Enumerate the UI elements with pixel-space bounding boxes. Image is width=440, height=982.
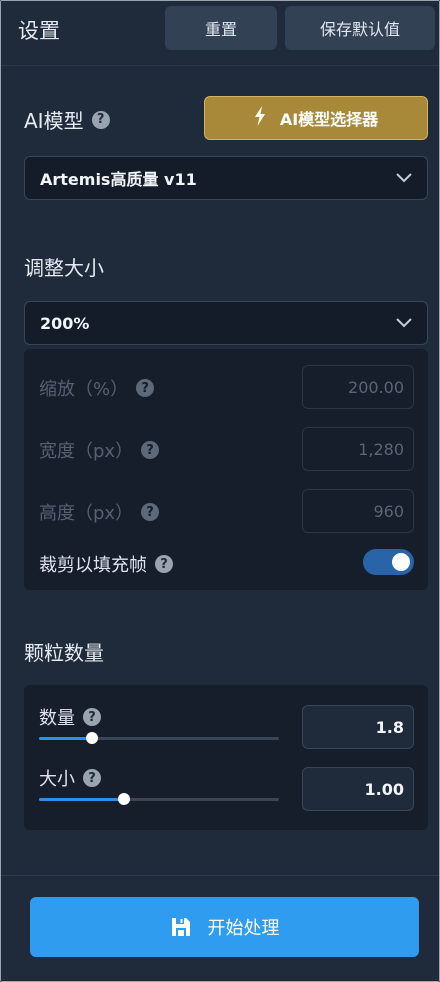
question-circle-icon[interactable]: ?	[141, 503, 160, 521]
start-processing-label: 开始处理	[207, 918, 280, 939]
ai-model-picker-button[interactable]: AI模型选择器	[204, 96, 428, 140]
amount-slider-fill	[39, 737, 92, 740]
width-label: 宽度（px）	[39, 441, 134, 462]
resize-options-card: 缩放（%） ? 200.00 宽度（px） ? 1,280 高度（px） ? 9…	[24, 349, 428, 590]
resize-selected-value: 200%	[40, 313, 90, 333]
page-title: 设置	[18, 19, 60, 43]
width-input[interactable]: 1,280	[302, 427, 414, 471]
scale-input[interactable]: 200.00	[302, 365, 414, 409]
header: 设置 重置 保存默认值	[1, 1, 439, 66]
chevron-down-icon	[395, 314, 413, 336]
footer-divider	[1, 875, 439, 876]
ai-model-picker-label: AI模型选择器	[279, 110, 379, 129]
size-label: 大小	[39, 769, 75, 790]
question-circle-icon[interactable]: ?	[83, 708, 101, 726]
ai-model-heading: AI模型 ?	[24, 105, 110, 134]
amount-slider-thumb[interactable]	[85, 732, 98, 744]
size-input[interactable]: 1.00	[302, 767, 414, 811]
resize-heading: 调整大小	[24, 252, 104, 281]
settings-panel: 设置 重置 保存默认值 AI模型 ? AI模型选择器 Artemis高质量 v1…	[1, 1, 439, 981]
start-processing-button[interactable]: 开始处理	[30, 897, 419, 957]
question-circle-icon[interactable]: ?	[136, 379, 155, 397]
scale-row-label: 缩放（%） ?	[39, 375, 155, 401]
lightning-bolt-icon	[254, 106, 266, 130]
size-row-label: 大小 ?	[39, 765, 101, 791]
question-circle-icon[interactable]: ?	[141, 441, 160, 459]
chevron-down-icon	[395, 169, 413, 191]
amount-row-label: 数量 ?	[39, 704, 101, 730]
question-circle-icon[interactable]: ?	[83, 769, 101, 787]
save-default-button[interactable]: 保存默认值	[285, 6, 435, 50]
height-label: 高度（px）	[39, 503, 134, 524]
size-slider-fill	[39, 798, 125, 801]
resize-heading-label: 调整大小	[24, 256, 104, 280]
crop-fill-toggle[interactable]	[363, 549, 414, 575]
crop-label: 裁剪以填充帧	[39, 555, 147, 576]
crop-row-label: 裁剪以填充帧 ?	[39, 551, 173, 577]
amount-label: 数量	[39, 708, 75, 729]
ai-model-heading-label: AI模型	[24, 109, 84, 133]
ai-model-selected-value: Artemis高质量 v11	[40, 170, 197, 189]
grain-heading-label: 颗粒数量	[24, 641, 104, 665]
amount-slider[interactable]	[39, 732, 279, 744]
question-circle-icon[interactable]: ?	[91, 110, 110, 129]
height-row-label: 高度（px） ?	[39, 499, 160, 525]
toggle-knob	[392, 553, 410, 571]
size-slider[interactable]	[39, 793, 279, 805]
amount-input[interactable]: 1.8	[302, 705, 414, 749]
scale-label: 缩放（%）	[39, 379, 129, 400]
question-circle-icon[interactable]: ?	[155, 555, 173, 573]
ai-model-select[interactable]: Artemis高质量 v11	[24, 156, 428, 200]
reset-button[interactable]: 重置	[165, 6, 277, 50]
width-row-label: 宽度（px） ?	[39, 437, 160, 463]
resize-select[interactable]: 200%	[24, 301, 428, 345]
floppy-disk-icon	[171, 918, 190, 936]
height-input[interactable]: 960	[302, 489, 414, 533]
size-slider-thumb[interactable]	[118, 793, 131, 805]
grain-heading: 颗粒数量	[24, 637, 104, 666]
grain-options-card: 数量 ? 1.8 大小 ? 1.00	[24, 685, 428, 830]
